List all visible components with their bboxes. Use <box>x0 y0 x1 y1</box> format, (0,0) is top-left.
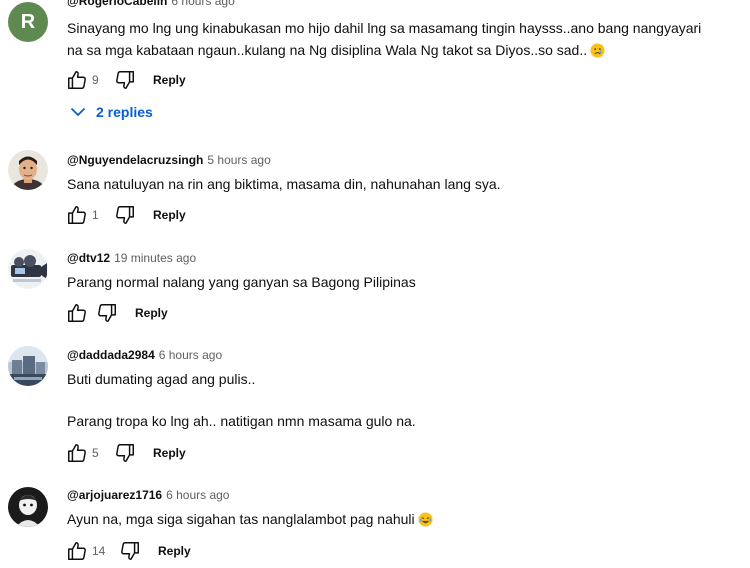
avatar[interactable] <box>8 487 48 527</box>
like-icon[interactable] <box>66 540 88 562</box>
dislike-icon[interactable] <box>114 442 136 464</box>
reply-button[interactable]: Reply <box>153 208 186 222</box>
comment-line-with-emoji: Ayun na, mga siga sigahan tas nanglalamb… <box>67 508 737 533</box>
comment-author[interactable]: @daddada2984 <box>67 348 155 362</box>
comment-time[interactable]: 19 minutes ago <box>114 251 196 265</box>
laughing-face-emoji-icon <box>418 511 433 533</box>
comment-line: Sinayang mo lng ung kinabukasan mo hijo … <box>67 20 702 36</box>
avatar[interactable]: R <box>8 2 48 42</box>
comment-author[interactable]: @dtv12 <box>67 251 110 265</box>
avatar[interactable] <box>8 249 48 289</box>
comment-header: @arjojuarez1716 6 hours ago <box>67 488 229 502</box>
reply-button[interactable]: Reply <box>158 544 191 558</box>
view-replies-button[interactable]: 2 replies <box>70 104 153 120</box>
comment-author[interactable]: @RogerioCabelin <box>67 0 167 8</box>
comment-actions: 1 Reply <box>66 203 186 227</box>
comment-author[interactable]: @Nguyendelacruzsingh <box>67 153 203 167</box>
comment-actions: 9 Reply <box>66 68 186 92</box>
comment-line: na sa mga kabataan ngaun..kulang na Ng d… <box>67 42 588 58</box>
comment-author[interactable]: @arjojuarez1716 <box>67 488 162 502</box>
like-count: 1 <box>92 208 99 222</box>
avatar-image <box>8 346 48 386</box>
comment-text: Parang normal nalang yang ganyan sa Bago… <box>67 271 737 293</box>
avatar[interactable] <box>8 346 48 386</box>
dislike-icon[interactable] <box>114 204 136 226</box>
reply-button[interactable]: Reply <box>153 73 186 87</box>
reply-button[interactable]: Reply <box>153 446 186 460</box>
comment-blank-line <box>67 390 737 410</box>
avatar-image <box>8 150 48 190</box>
like-count: 14 <box>92 544 106 558</box>
comment-text: Buti dumating agad ang pulis.. Parang tr… <box>67 368 737 432</box>
comment-actions: 5 Reply <box>66 441 186 465</box>
dislike-icon[interactable] <box>114 69 136 91</box>
dislike-icon[interactable] <box>119 540 141 562</box>
sad-face-emoji-icon <box>590 42 605 64</box>
comment-time[interactable]: 6 hours ago <box>171 0 234 8</box>
dislike-icon[interactable] <box>96 302 118 324</box>
comment-line: Ayun na, mga siga sigahan tas nanglalamb… <box>67 511 415 527</box>
avatar-letter: R <box>20 10 36 33</box>
avatar[interactable] <box>8 150 48 190</box>
comment-time[interactable]: 5 hours ago <box>207 153 270 167</box>
avatar-image <box>8 487 48 527</box>
comment-line-with-emoji: na sa mga kabataan ngaun..kulang na Ng d… <box>67 39 737 64</box>
comment-header: @daddada2984 6 hours ago <box>67 348 222 362</box>
avatar-image <box>8 249 48 289</box>
comment-header: @Nguyendelacruzsingh 5 hours ago <box>67 153 271 167</box>
comment-line: Buti dumating agad ang pulis.. <box>67 371 256 387</box>
like-icon[interactable] <box>66 69 88 91</box>
comment-header: @RogerioCabelin 6 hours ago <box>67 0 235 8</box>
like-icon[interactable] <box>66 302 88 324</box>
comment-text: Sana natuluyan na rin ang biktima, masam… <box>67 173 737 195</box>
comment-time[interactable]: 6 hours ago <box>159 348 222 362</box>
comment-line: Parang tropa ko lng ah.. natitigan nmn m… <box>67 413 416 429</box>
comment-line: Sana natuluyan na rin ang biktima, masam… <box>67 176 501 192</box>
replies-count-label: 2 replies <box>96 104 153 120</box>
comment-header: @dtv12 19 minutes ago <box>67 251 196 265</box>
like-count: 9 <box>92 73 99 87</box>
comment-text: Ayun na, mga siga sigahan tas nanglalamb… <box>67 508 737 533</box>
comment-actions: 14 Reply <box>66 539 191 563</box>
comment-time[interactable]: 6 hours ago <box>166 488 229 502</box>
like-icon[interactable] <box>66 442 88 464</box>
like-count: 5 <box>92 446 99 460</box>
like-icon[interactable] <box>66 204 88 226</box>
comment-text: Sinayang mo lng ung kinabukasan mo hijo … <box>67 17 737 64</box>
comment-line: Parang normal nalang yang ganyan sa Bago… <box>67 274 416 290</box>
reply-button[interactable]: Reply <box>135 306 168 320</box>
chevron-down-icon <box>70 107 86 117</box>
comment-actions: Reply <box>66 301 168 325</box>
